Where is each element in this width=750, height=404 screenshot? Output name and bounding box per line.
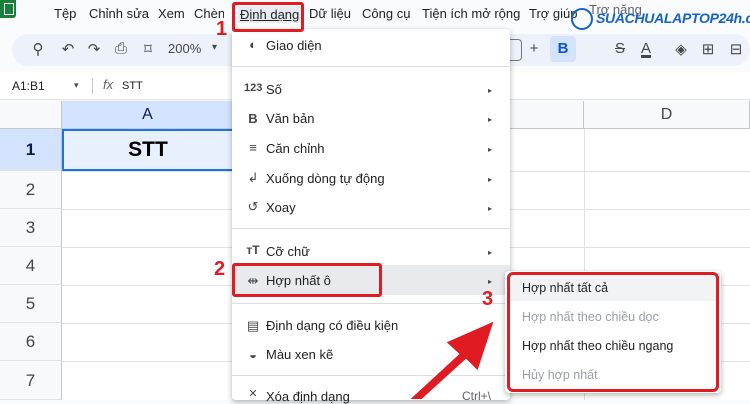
submenu-arrow-icon: ▸ <box>488 145 493 154</box>
menu-file[interactable]: Tệp <box>54 6 76 21</box>
undo-icon[interactable]: ↶ <box>58 40 78 58</box>
print-icon[interactable]: ⎙ <box>111 40 131 57</box>
formula-input[interactable]: STT <box>122 80 143 92</box>
rotate-icon: ↺ <box>247 199 259 214</box>
menu-data[interactable]: Dữ liệu <box>309 6 351 21</box>
row-header-3[interactable]: 3 <box>0 209 62 247</box>
cell-a1[interactable]: STT <box>62 129 234 171</box>
paint-format-icon[interactable]: ⌑ <box>138 40 158 58</box>
submenu-arrow-icon: ▸ <box>488 86 493 95</box>
zoom-select[interactable]: 200% <box>168 41 201 56</box>
bold-button[interactable]: B <box>553 40 573 57</box>
highlight-box-merge-submenu <box>507 272 719 392</box>
submenu-arrow-icon: ▸ <box>488 175 493 184</box>
text-color-button[interactable]: A <box>636 40 656 57</box>
row-header-5[interactable]: 5 <box>0 285 62 323</box>
step-1-label: 1 <box>216 18 228 40</box>
conditional-format-icon: ▤ <box>246 318 260 333</box>
menu-divider <box>232 66 510 67</box>
row-header-6[interactable]: 6 <box>0 323 62 361</box>
redo-icon[interactable]: ↷ <box>84 40 104 58</box>
palette-icon: ◐ <box>249 37 257 52</box>
sheets-logo-icon[interactable] <box>0 0 16 18</box>
step-2-label: 2 <box>214 258 226 280</box>
formula-divider <box>92 78 93 94</box>
submenu-arrow-icon: ▸ <box>488 204 493 213</box>
font-size-field[interactable] <box>510 39 522 61</box>
row-header-4[interactable]: 4 <box>0 247 62 285</box>
highlight-box-merge-cells <box>232 263 382 297</box>
submenu-arrow-icon: ▸ <box>488 248 493 257</box>
column-header-a[interactable]: A <box>62 101 234 129</box>
watermark-text: SUACHUALAPTOP24h.com <box>596 10 750 26</box>
menu-edit[interactable]: Chỉnh sửa <box>89 6 149 21</box>
row-header-1[interactable]: 1 <box>0 129 62 171</box>
wrap-text-icon: ↲ <box>247 170 259 185</box>
select-all-corner[interactable] <box>0 101 62 129</box>
menu-item-conditional-formatting[interactable]: Định dạng có điều kiện <box>266 318 398 333</box>
menu-tools[interactable]: Công cụ <box>362 6 410 21</box>
name-box-chevron-down-icon[interactable]: ▾ <box>74 80 79 91</box>
row-header-2[interactable]: 2 <box>0 171 62 209</box>
menu-item-alternating-colors[interactable]: Màu xen kẽ <box>266 347 333 362</box>
menu-item-rotation[interactable]: Xoay <box>266 200 296 215</box>
fill-color-icon[interactable]: ◈ <box>671 40 691 58</box>
menu-divider <box>232 303 510 304</box>
menu-item-number[interactable]: Số <box>266 82 282 97</box>
submenu-arrow-icon: ▸ <box>488 115 493 124</box>
merge-cells-icon[interactable]: ⊟ <box>726 40 746 58</box>
alternating-colors-icon: ◒ <box>249 347 257 362</box>
menu-item-alignment[interactable]: Căn chỉnh <box>266 141 325 156</box>
bold-icon: B <box>248 111 258 126</box>
menu-item-wrapping[interactable]: Xuống dòng tự động <box>266 171 385 186</box>
name-box[interactable]: A1:B1 <box>12 79 45 93</box>
clear-format-icon: ✕ <box>248 388 258 400</box>
menu-divider <box>232 228 510 229</box>
menu-item-theme[interactable]: Giao diện <box>266 38 322 53</box>
submenu-arrow-icon: ▸ <box>488 277 493 286</box>
menu-item-clear-formatting[interactable]: Xóa định dạng <box>266 389 350 404</box>
search-icon[interactable]: ⚲ <box>28 40 48 58</box>
font-size-increase-icon[interactable]: + <box>524 40 544 57</box>
strikethrough-button[interactable]: S <box>610 40 630 57</box>
menu-item-text[interactable]: Văn bản <box>266 111 314 126</box>
row-header-7[interactable]: 7 <box>0 361 62 400</box>
borders-icon[interactable]: ⊞ <box>698 40 718 58</box>
align-icon: ≡ <box>249 140 257 155</box>
menu-extensions[interactable]: Tiện ích mở rộng <box>422 6 520 21</box>
highlight-box-format-menu <box>232 2 304 32</box>
number-icon: 123 <box>244 82 263 94</box>
red-arrow-icon <box>406 318 497 400</box>
menu-item-font-size[interactable]: Cỡ chữ <box>266 244 310 259</box>
zoom-chevron-down-icon[interactable]: ▾ <box>212 42 217 53</box>
column-header-d[interactable]: D <box>584 101 750 129</box>
fx-icon: fx <box>103 77 114 92</box>
menu-view[interactable]: Xem <box>158 6 185 21</box>
font-size-icon: тT <box>246 243 260 257</box>
watermark-logo-icon <box>571 8 593 30</box>
